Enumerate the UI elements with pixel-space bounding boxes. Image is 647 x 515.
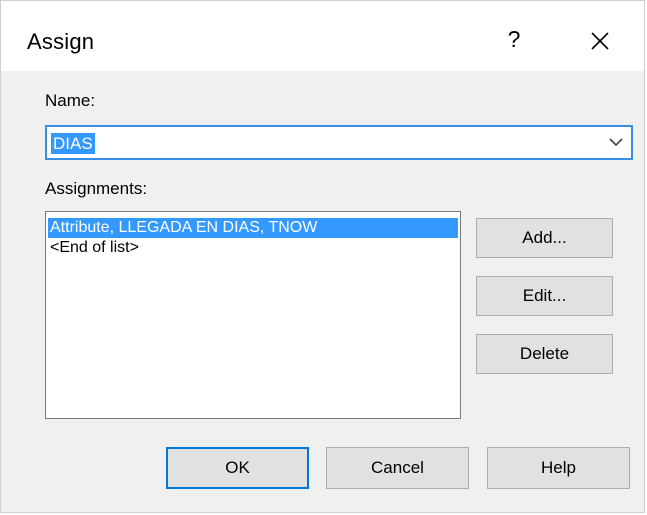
assign-dialog: Assign ? Name: DIAS Assignments: Attribu… bbox=[0, 0, 645, 513]
name-value[interactable]: DIAS bbox=[51, 133, 95, 154]
delete-button[interactable]: Delete bbox=[476, 334, 613, 374]
add-button[interactable]: Add... bbox=[476, 218, 613, 258]
edit-button[interactable]: Edit... bbox=[476, 276, 613, 316]
title-bar: Assign ? bbox=[1, 1, 644, 71]
ok-button[interactable]: OK bbox=[166, 447, 309, 489]
list-item-end[interactable]: <End of list> bbox=[48, 238, 139, 258]
assignments-label: Assignments: bbox=[45, 179, 148, 198]
cancel-button[interactable]: Cancel bbox=[326, 447, 469, 489]
list-item[interactable]: Attribute, LLEGADA EN DIAS, TNOW bbox=[48, 218, 458, 238]
help-button[interactable]: Help bbox=[487, 447, 630, 489]
name-combobox[interactable]: DIAS bbox=[45, 125, 633, 160]
chevron-down-icon[interactable] bbox=[609, 137, 623, 147]
close-icon[interactable] bbox=[587, 28, 613, 54]
dialog-title: Assign bbox=[27, 29, 95, 54]
question-icon[interactable]: ? bbox=[503, 26, 525, 53]
name-label: Name: bbox=[45, 91, 96, 110]
assignments-listbox[interactable]: Attribute, LLEGADA EN DIAS, TNOW <End of… bbox=[45, 211, 461, 419]
